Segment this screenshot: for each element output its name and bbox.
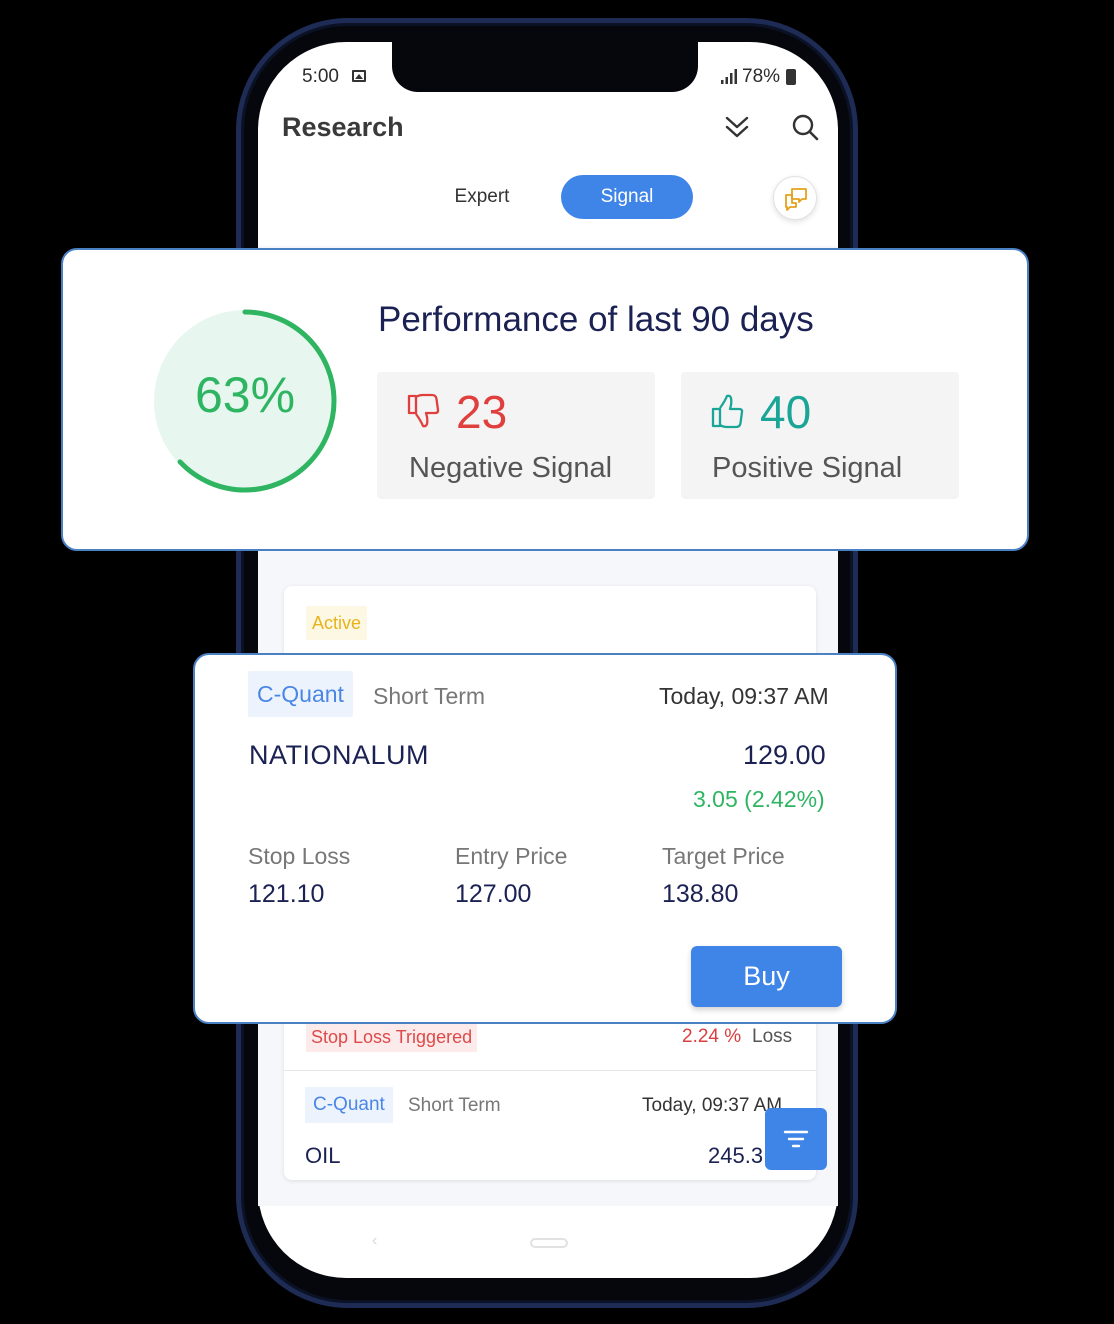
list-item-term: Short Term (408, 1095, 501, 1116)
status-badge-stop-loss: Stop Loss Triggered (306, 1022, 478, 1052)
performance-percent: 63% (194, 367, 296, 423)
signal-strength-icon (721, 69, 737, 84)
stop-loss-value: 121.10 (248, 880, 325, 908)
image-notification-icon (352, 70, 366, 82)
target-price-label: Target Price (662, 843, 785, 869)
battery-icon (786, 69, 796, 85)
buy-button[interactable]: Buy (691, 946, 842, 1007)
target-price-value: 138.80 (662, 880, 739, 908)
entry-price-label: Entry Price (455, 843, 568, 869)
list-item-symbol[interactable]: OIL (305, 1143, 340, 1169)
tab-signal[interactable]: Signal (561, 175, 693, 219)
tab-expert[interactable]: Expert (432, 176, 532, 218)
thumbs-up-icon (711, 394, 744, 429)
negative-signal-label: Negative Signal (409, 452, 613, 484)
page-title: Research (282, 112, 404, 142)
list-item-tag: C-Quant (305, 1087, 393, 1123)
row-divider (284, 1070, 816, 1071)
nav-home-button[interactable] (530, 1238, 568, 1248)
search-icon[interactable] (790, 112, 820, 142)
signal-time: Today, 09:37 AM (659, 683, 829, 709)
double-chevron-down-icon[interactable] (722, 112, 752, 142)
signal-symbol[interactable]: NATIONALUM (249, 740, 429, 771)
status-badge-active: Active (306, 606, 368, 640)
list-item-price: 245.3 (708, 1143, 764, 1168)
signal-tag: C-Quant (248, 671, 353, 717)
filter-icon (783, 1130, 809, 1148)
signal-term: Short Term (373, 683, 486, 709)
chat-button[interactable] (773, 176, 817, 220)
positive-signal-label: Positive Signal (712, 452, 903, 484)
signal-change: 3.05 (2.42%) (693, 786, 825, 812)
filter-button[interactable] (765, 1108, 827, 1170)
chat-icon (785, 188, 807, 211)
list-item-time: Today, 09:37 AM (642, 1095, 783, 1116)
status-time: 5:00 (302, 66, 339, 87)
loss-label: Loss (752, 1026, 793, 1047)
nav-back-icon[interactable]: ‹ (372, 1232, 377, 1250)
battery-level: 78% (742, 66, 781, 87)
stop-loss-label: Stop Loss (248, 843, 351, 869)
thumbs-down-icon (407, 393, 440, 428)
performance-title: Performance of last 90 days (378, 300, 814, 339)
phone-notch (392, 40, 698, 92)
positive-signal-count: 40 (760, 386, 812, 438)
loss-percent: 2.24 % (682, 1026, 742, 1047)
entry-price-value: 127.00 (455, 880, 532, 908)
negative-signal-count: 23 (456, 386, 508, 438)
signal-price: 129.00 (743, 740, 826, 770)
